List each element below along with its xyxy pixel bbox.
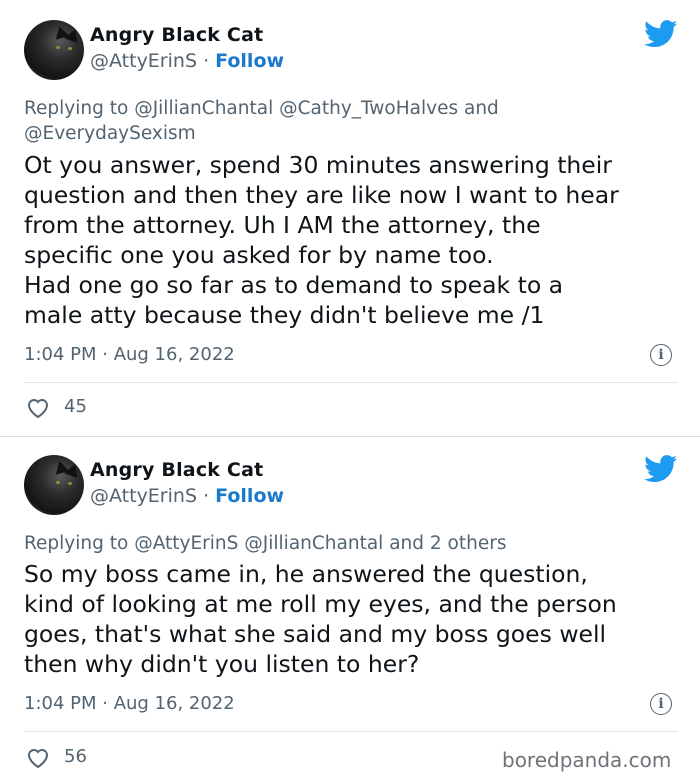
info-icon[interactable]: i [650, 344, 672, 366]
author-name[interactable]: Angry Black Cat [90, 459, 263, 481]
heart-outline-icon[interactable] [26, 747, 50, 769]
watermark: boredpanda.com [502, 748, 672, 772]
twitter-bird-icon[interactable] [644, 20, 678, 48]
tweet-text-line: Had one go so far as to demand to speak … [24, 271, 564, 299]
like-count: 56 [64, 746, 87, 767]
divider [24, 731, 678, 732]
tweet-text-line: male atty because they didn't believe me… [24, 301, 545, 329]
mention-link[interactable]: @JillianChantal [244, 533, 383, 554]
reply-context: Replying to @AttyErinS @JillianChantal a… [24, 531, 674, 556]
tweet-text: Ot you answer, spend 30 minutes answerin… [24, 150, 684, 330]
author-handle[interactable]: @AttyErinS [90, 485, 197, 507]
tweet-text-line: specific one you asked for by name too. [24, 241, 494, 269]
tweet-text-line: goes, that's what she said and my boss g… [24, 620, 607, 648]
author-handle-row: @AttyErinS · Follow [90, 485, 284, 507]
avatar[interactable] [24, 20, 84, 80]
heart-outline-icon[interactable] [26, 397, 50, 419]
mention-link[interactable]: @EverydaySexism [24, 123, 196, 144]
tweet-timestamp[interactable]: 1:04 PM · Aug 16, 2022 [24, 344, 235, 365]
separator-dot: · [203, 485, 210, 507]
tweet-timestamp[interactable]: 1:04 PM · Aug 16, 2022 [24, 693, 235, 714]
author-handle[interactable]: @AttyErinS [90, 50, 197, 72]
like-count: 45 [64, 396, 87, 417]
tweet-text: So my boss came in, he answered the ques… [24, 559, 684, 679]
tweet-card: Angry Black Cat @AttyErinS · Follow Repl… [0, 437, 700, 784]
mention-link[interactable]: @JillianChantal [134, 98, 273, 119]
author-handle-row: @AttyErinS · Follow [90, 50, 284, 72]
tweet-text-line: So my boss came in, he answered the ques… [24, 560, 588, 588]
tweet-text-line: question and then they are like now I wa… [24, 181, 619, 209]
reply-joiner[interactable]: and 2 others [389, 533, 506, 554]
divider [24, 382, 678, 383]
mention-link[interactable]: @AttyErinS [134, 533, 238, 554]
reply-context: Replying to @JillianChantal @Cathy_TwoHa… [24, 96, 674, 146]
author-name[interactable]: Angry Black Cat [90, 24, 263, 46]
reply-prefix: Replying to [24, 533, 129, 554]
avatar[interactable] [24, 455, 84, 515]
reply-prefix: Replying to [24, 98, 129, 119]
twitter-bird-icon[interactable] [644, 455, 678, 483]
tweet-card: Angry Black Cat @AttyErinS · Follow Repl… [0, 0, 700, 436]
tweet-text-line: kind of looking at me roll my eyes, and … [24, 590, 617, 618]
reply-joiner: and [463, 98, 499, 119]
tweet-text-line: Ot you answer, spend 30 minutes answerin… [24, 151, 612, 179]
tweet-text-line: from the attorney. Uh I AM the attorney,… [24, 211, 541, 239]
tweet-text-line: then why didn't you listen to her? [24, 650, 420, 678]
follow-button[interactable]: Follow [215, 485, 284, 507]
follow-button[interactable]: Follow [215, 50, 284, 72]
separator-dot: · [203, 50, 210, 72]
info-icon[interactable]: i [650, 693, 672, 715]
mention-link[interactable]: @Cathy_TwoHalves [279, 98, 458, 119]
